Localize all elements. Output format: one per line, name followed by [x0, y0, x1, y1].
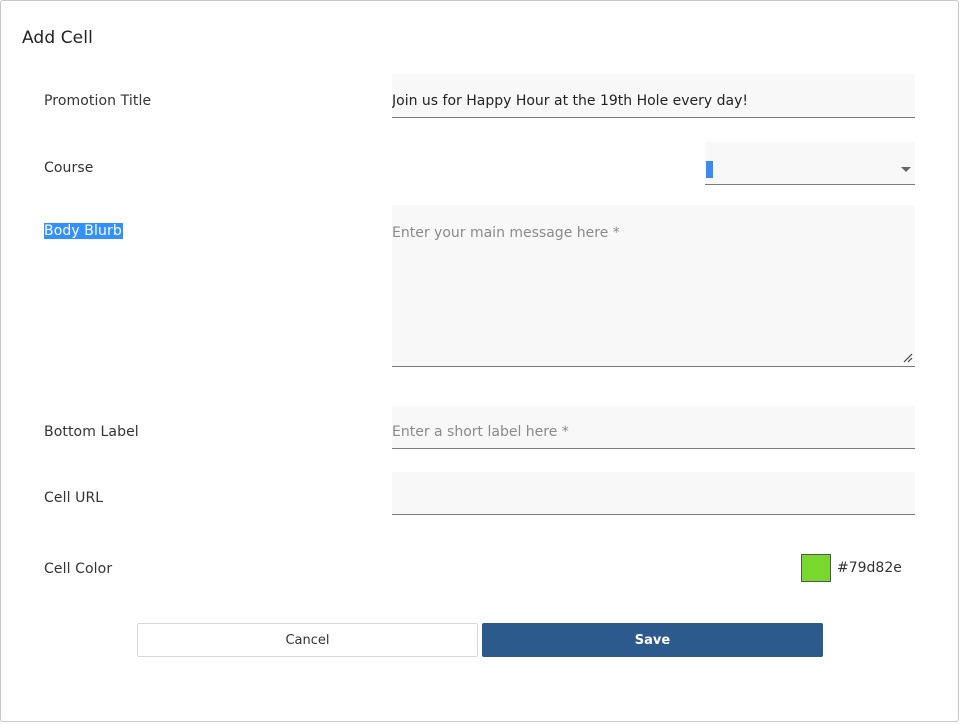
bottom-label-label: Bottom Label: [44, 424, 139, 440]
cell-url-input[interactable]: [392, 472, 915, 514]
cell-color-label: Cell Color: [44, 561, 113, 577]
body-blurb-textarea[interactable]: [392, 205, 915, 366]
bottom-label-input[interactable]: [392, 406, 915, 448]
dialog-title: Add Cell: [22, 28, 93, 48]
text-cursor: [706, 161, 713, 178]
cancel-button[interactable]: Cancel: [137, 623, 478, 657]
save-button[interactable]: Save: [482, 623, 823, 657]
color-hex-value: #79d82e: [837, 560, 902, 576]
promotion-title-label: Promotion Title: [44, 93, 152, 109]
color-swatch[interactable]: [801, 554, 831, 582]
course-label: Course: [44, 160, 94, 176]
course-select[interactable]: [705, 142, 915, 185]
promotion-title-input[interactable]: [392, 74, 915, 117]
add-cell-dialog: Add Cell Promotion Title Course Body Blu…: [0, 0, 959, 722]
body-blurb-label: Body Blurb: [44, 223, 123, 239]
bottom-label-field[interactable]: [392, 406, 915, 449]
chevron-down-icon[interactable]: [901, 167, 911, 172]
cell-url-field[interactable]: [392, 472, 915, 515]
promotion-title-field[interactable]: [392, 74, 915, 118]
cell-url-label: Cell URL: [44, 490, 104, 506]
resize-grip-icon[interactable]: [901, 351, 913, 363]
body-blurb-field[interactable]: [392, 205, 915, 367]
